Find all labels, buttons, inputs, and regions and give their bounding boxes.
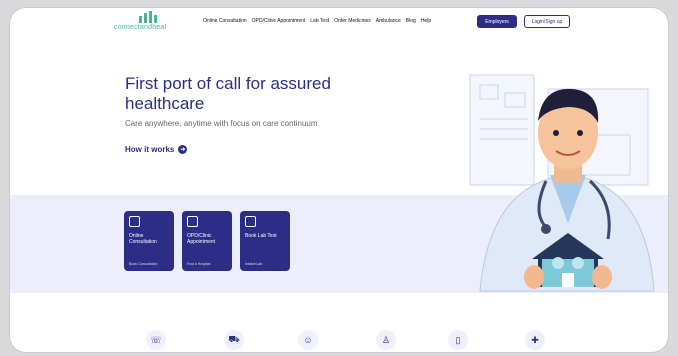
card-lab-test[interactable]: Book Lab Test Instant Lab (240, 211, 290, 271)
person-icon[interactable]: ♙ (376, 330, 396, 350)
ambulance-icon[interactable]: ⛟ (224, 330, 244, 350)
mobile-icon[interactable]: ▯ (448, 330, 468, 350)
card-subtitle: Find a Hospital (187, 262, 211, 266)
doctor-icon[interactable]: ☺ (298, 330, 318, 350)
card-online-consultation[interactable]: Online Consultation Book Consultation (124, 211, 174, 271)
menu-item-help[interactable]: Help (421, 18, 431, 24)
card-title: Book Lab Test (245, 233, 277, 239)
bottom-services: ☏ ⛟ ☺ ♙ ▯ ✚ (10, 326, 668, 352)
employers-button[interactable]: Employers (477, 15, 517, 28)
login-signup-button[interactable]: Login/Sign up (524, 15, 570, 28)
menu-item-order-medicines[interactable]: Order Medicines (334, 18, 371, 24)
medicine-icon[interactable]: ✚ (525, 330, 545, 350)
card-subtitle: Book Consultation (129, 262, 158, 266)
how-it-works-link[interactable]: How it works ➜ (125, 145, 188, 154)
browser-frame: connectandheal Online Consultation OPD/C… (10, 8, 668, 352)
top-nav: connectandheal Online Consultation OPD/C… (10, 8, 668, 38)
lab-icon (245, 216, 256, 227)
logo-text: connectandheal (114, 24, 167, 31)
how-it-works-label: How it works (125, 145, 175, 154)
menu-item-blog[interactable]: Blog (406, 18, 416, 24)
arrow-right-icon: ➜ (178, 145, 188, 154)
phone-icon[interactable]: ☏ (146, 330, 166, 350)
menu-item-opd-appointment[interactable]: OPD/Clinic Appointment (252, 18, 306, 24)
menu-item-lab-test[interactable]: Lab Test (310, 18, 329, 24)
menu-item-ambulance[interactable]: Ambulance (376, 18, 401, 24)
hero-subtitle: Care anywhere, anytime with focus on car… (125, 119, 318, 128)
logo-icon (139, 11, 157, 23)
menu-item-online-consultation[interactable]: Online Consultation (203, 18, 247, 24)
hero-title: First port of call for assured healthcar… (125, 74, 331, 113)
card-opd-appointment[interactable]: OPD/Clinic Appointment Find a Hospital (182, 211, 232, 271)
card-title: Online Consultation (129, 233, 157, 245)
clinic-icon (187, 216, 198, 227)
logo[interactable]: connectandheal (114, 11, 184, 37)
card-subtitle: Instant Lab (245, 262, 263, 266)
card-title: OPD/Clinic Appointment (187, 233, 216, 245)
main-menu: Online Consultation OPD/Clinic Appointme… (203, 18, 431, 24)
phone-icon (129, 216, 140, 227)
doctor-illustration (469, 74, 655, 292)
